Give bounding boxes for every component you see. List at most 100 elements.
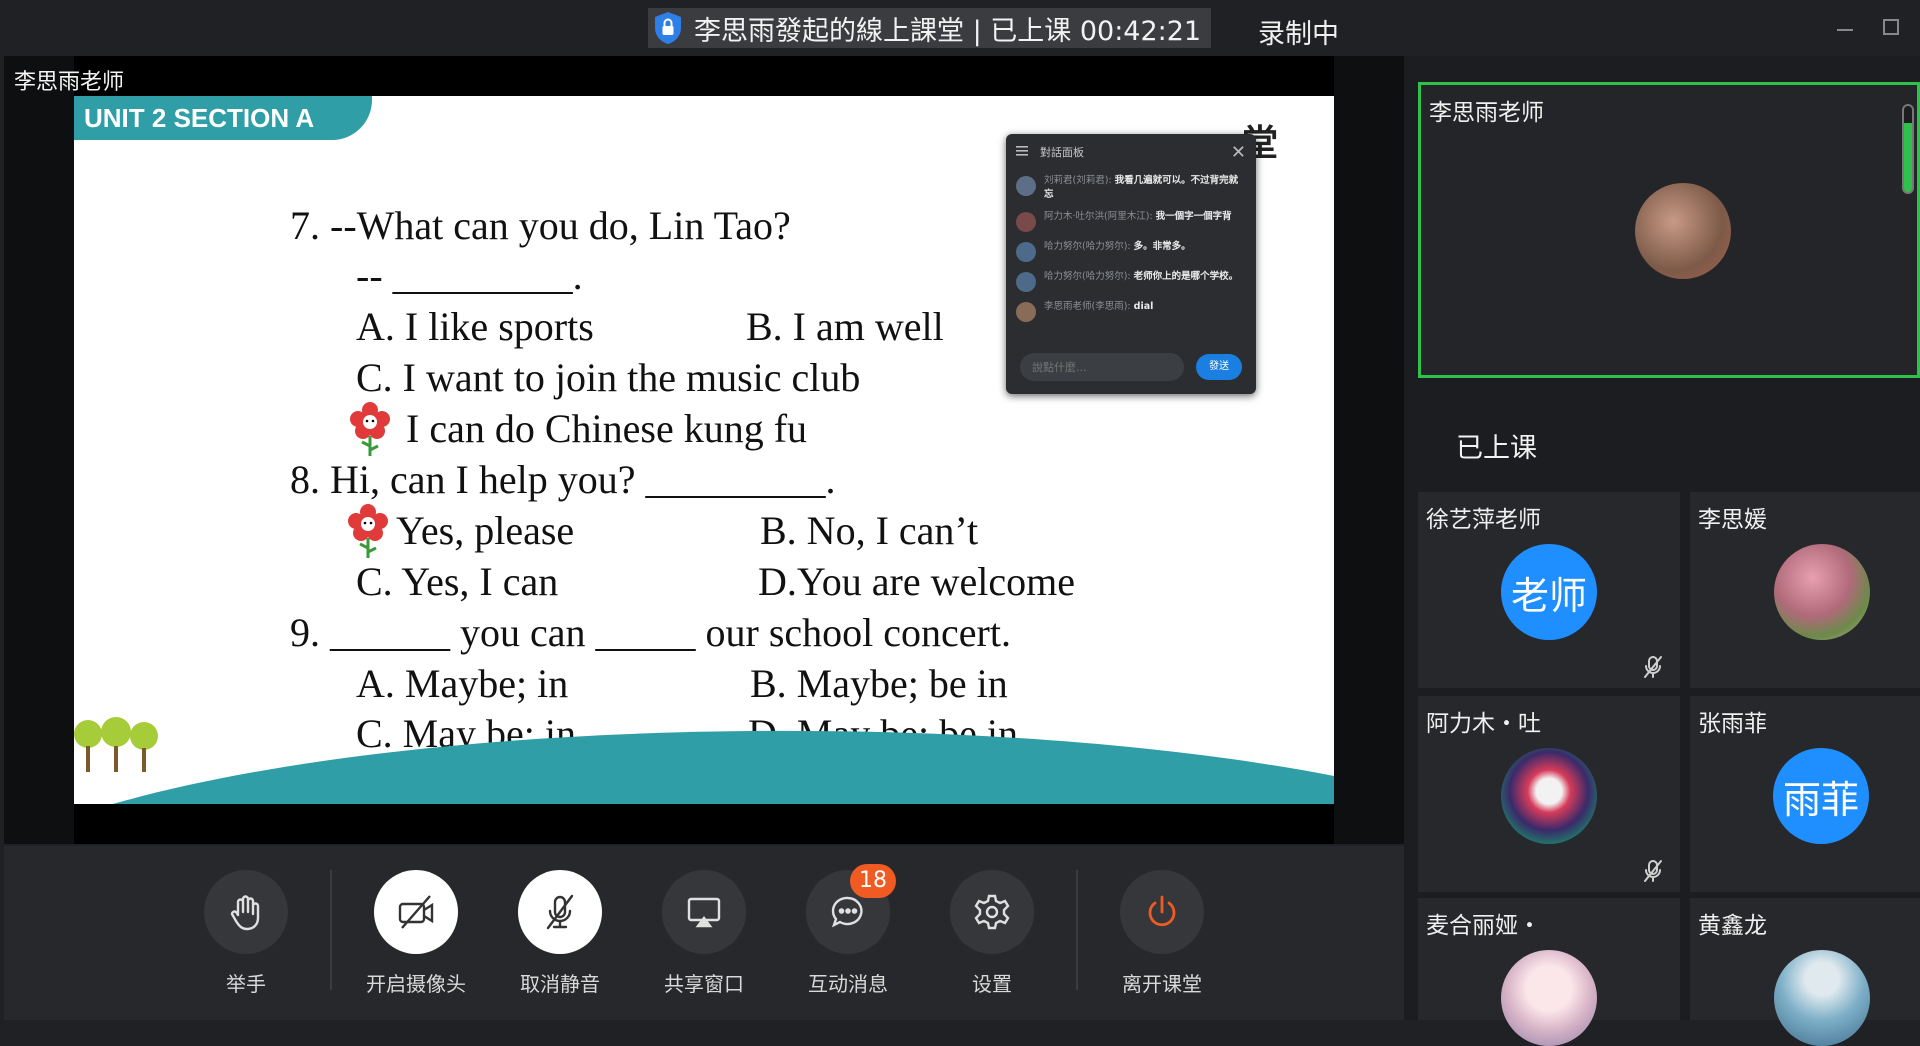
- participant-name: 李思媛: [1698, 507, 1767, 533]
- toolbar-divider: [1076, 870, 1078, 990]
- unread-badge: 18: [850, 864, 896, 898]
- teacher-name: 李思雨老师: [1429, 100, 1544, 126]
- option-b: B. No, I can’t: [760, 508, 979, 553]
- chat-sender: 阿力木·吐尔洪(阿里木江):: [1044, 211, 1153, 222]
- chat-panel[interactable]: 對話面板 ✕ 刘莉君(刘莉君): 我看几遍就可以。不过背完就忘 阿力木·吐尔洪(…: [1006, 134, 1256, 394]
- option-b: B. Maybe; be in: [750, 661, 1008, 706]
- question-9: 9. ______ you can _____ our school conce…: [290, 610, 1011, 655]
- section-title: 已上课: [1456, 433, 1537, 464]
- avatar: 雨菲: [1773, 748, 1869, 844]
- participant-tile[interactable]: 阿力木・吐: [1418, 696, 1680, 892]
- minimize-icon[interactable]: [1834, 16, 1856, 38]
- chat-bubble-icon: 18: [806, 864, 896, 954]
- meeting-title: 李思雨發起的線上課堂 | 已上课 00:42:21: [694, 15, 1202, 47]
- maximize-icon[interactable]: [1880, 16, 1902, 38]
- chat-input[interactable]: [1020, 353, 1184, 381]
- settings-label: 设置: [972, 972, 1012, 996]
- chat-message: 阿力木·吐尔洪(阿里木江): 我一個字一個字背: [1006, 206, 1256, 236]
- avatar: [1774, 544, 1870, 640]
- share-screen-icon: [662, 870, 746, 954]
- option-d: D.You are welcome: [758, 559, 1075, 604]
- chat-sender: 刘莉君(刘莉君):: [1044, 175, 1112, 186]
- avatar: [1016, 212, 1036, 232]
- settings-button[interactable]: 设置: [932, 870, 1052, 997]
- avatar: [1016, 176, 1036, 196]
- participant-name: 张雨菲: [1698, 711, 1767, 737]
- chat-sender: 哈力努尔(哈力努尔):: [1044, 241, 1131, 252]
- flower-icon: [348, 402, 392, 458]
- avatar: [1635, 183, 1731, 279]
- messages-button[interactable]: 18 互动消息: [788, 864, 908, 997]
- camera-toggle-label: 开启摄像头: [366, 972, 466, 996]
- participant-tile[interactable]: 麦合丽娅・: [1418, 898, 1680, 1046]
- unmute-button[interactable]: 取消静音: [500, 870, 620, 997]
- chat-title: 對話面板: [1040, 146, 1084, 159]
- flower-icon: [346, 504, 390, 560]
- chat-text: 老师你上的是哪个学校。: [1133, 271, 1239, 282]
- chat-message-list[interactable]: 刘莉君(刘莉君): 我看几遍就可以。不过背完就忘 阿力木·吐尔洪(阿里木江): …: [1006, 170, 1256, 326]
- participant-tile[interactable]: 张雨菲 雨菲: [1690, 696, 1920, 892]
- mic-off-icon: [1640, 654, 1666, 680]
- participant-name: 徐艺萍老师: [1426, 507, 1541, 533]
- option-a: A. I like sports: [356, 304, 594, 349]
- option-c: C. I want to join the music club: [356, 355, 861, 400]
- option-b: B. I am well: [746, 304, 944, 349]
- chat-message: 李思雨老师(李思雨): dial: [1006, 296, 1256, 326]
- gear-icon: [950, 870, 1034, 954]
- raise-hand-label: 举手: [226, 972, 266, 996]
- volume-level-indicator: [1902, 104, 1914, 194]
- option-d: I can do Chinese kung fu: [406, 406, 808, 451]
- menu-icon[interactable]: [1016, 145, 1030, 159]
- avatar: [1774, 950, 1870, 1046]
- avatar: [1016, 302, 1036, 322]
- mic-off-icon: [518, 870, 602, 954]
- option-a: A. Maybe; in: [356, 661, 569, 706]
- option-c: C. Yes, I can: [356, 559, 559, 604]
- participant-name: 麦合丽娅・: [1426, 913, 1541, 939]
- question-8: 8. Hi, can I help you? _________.: [290, 457, 836, 502]
- chat-text: 多。非常多。: [1133, 241, 1191, 252]
- answer-blank: -- _________.: [356, 253, 583, 298]
- unmute-label: 取消静音: [520, 972, 600, 996]
- close-icon[interactable]: ✕: [1231, 142, 1246, 163]
- chat-header: 對話面板 ✕: [1006, 134, 1256, 170]
- chat-message: 哈力努尔(哈力努尔): 老师你上的是哪个学校。: [1006, 266, 1256, 296]
- teacher-video-tile[interactable]: 李思雨老师: [1418, 82, 1920, 378]
- camera-off-icon: [374, 870, 458, 954]
- participant-tile[interactable]: 李思媛: [1690, 492, 1920, 688]
- avatar: [1016, 272, 1036, 292]
- messages-label: 互动消息: [808, 972, 888, 996]
- chat-sender: 李思雨老师(李思雨):: [1044, 301, 1131, 312]
- slide-hill-decoration: [74, 717, 1334, 804]
- power-icon: [1120, 870, 1204, 954]
- participant-name: 阿力木・吐: [1426, 711, 1541, 737]
- chat-message: 刘莉君(刘莉君): 我看几遍就可以。不过背完就忘: [1006, 170, 1256, 206]
- send-button[interactable]: 發送: [1196, 354, 1242, 380]
- option-a: Yes, please: [396, 508, 575, 553]
- leave-class-label: 离开课堂: [1122, 972, 1202, 996]
- raise-hand-icon: [204, 870, 288, 954]
- participant-tile[interactable]: 徐艺萍老师 老师: [1418, 492, 1680, 688]
- toolbar-divider: [330, 870, 332, 990]
- unit-tab: UNIT 2 SECTION A: [74, 96, 372, 140]
- chat-sender: 哈力努尔(哈力努尔):: [1044, 271, 1131, 282]
- chat-message: 哈力努尔(哈力努尔): 多。非常多。: [1006, 236, 1256, 266]
- avatar: [1501, 748, 1597, 844]
- participant-tile[interactable]: 黄鑫龙: [1690, 898, 1920, 1046]
- chat-text: dial: [1133, 301, 1154, 312]
- share-window-label: 共享窗口: [664, 972, 744, 996]
- bottom-toolbar: 举手 开启摄像头 取消静音 共享窗口 18 互动消息 设置 离开课堂: [4, 846, 1404, 1020]
- shield-lock-icon: [650, 10, 686, 46]
- meeting-title-pill: 李思雨發起的線上課堂 | 已上课 00:42:21: [648, 8, 1212, 48]
- leave-class-button[interactable]: 离开课堂: [1102, 870, 1222, 997]
- participant-name: 黄鑫龙: [1698, 913, 1767, 939]
- question-7: 7. --What can you do, Lin Tao?: [290, 203, 791, 248]
- chat-text: 我一個字一個字背: [1155, 211, 1232, 222]
- mic-off-icon: [1640, 858, 1666, 884]
- raise-hand-button[interactable]: 举手: [186, 870, 306, 997]
- recording-status: 录制中: [1258, 19, 1339, 50]
- avatar: 老师: [1501, 544, 1597, 640]
- avatar: [1016, 242, 1036, 262]
- share-window-button[interactable]: 共享窗口: [644, 870, 764, 997]
- camera-toggle-button[interactable]: 开启摄像头: [356, 870, 476, 997]
